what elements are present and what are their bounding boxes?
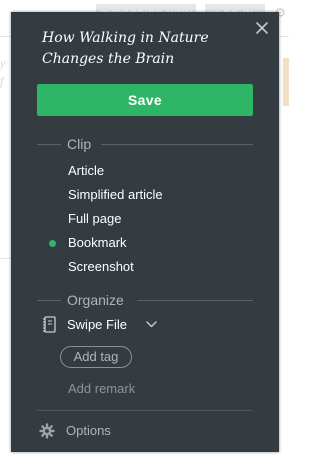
clip-option-full-page[interactable]: Full page <box>68 211 121 227</box>
clip-option-article[interactable]: Article <box>68 163 104 179</box>
close-button[interactable] <box>254 20 270 36</box>
organize-section-header: Organize <box>37 292 253 308</box>
notebook-icon <box>42 316 56 334</box>
page-divider <box>279 36 289 37</box>
section-rule <box>137 300 253 301</box>
clip-option-bookmark[interactable]: Bookmark <box>68 235 127 251</box>
notebook-name: Swipe File <box>67 317 127 332</box>
section-rule <box>37 300 61 301</box>
clip-section-label: Clip <box>67 136 92 152</box>
options-label: Options <box>66 423 111 438</box>
add-remark-field[interactable]: Add remark <box>68 381 135 397</box>
clip-title[interactable]: How Walking in Nature Changes the Brain <box>42 28 247 70</box>
section-rule <box>101 144 253 145</box>
footer-divider <box>37 410 253 411</box>
clip-section-header: Clip <box>37 136 253 152</box>
chevron-down-icon <box>146 321 157 328</box>
gear-icon <box>39 423 55 439</box>
section-rule <box>37 144 61 145</box>
selected-option-indicator <box>49 240 56 247</box>
clip-option-simplified-article[interactable]: Simplified article <box>68 187 163 203</box>
page-text-fragment: f <box>0 74 4 88</box>
web-clipper-panel: How Walking in Nature Changes the Brain … <box>11 12 279 452</box>
close-icon <box>254 20 270 36</box>
save-button[interactable]: Save <box>37 84 253 116</box>
clip-option-screenshot[interactable]: Screenshot <box>68 259 134 275</box>
page-text-fragment: y <box>0 56 6 70</box>
page-image-edge <box>283 58 289 106</box>
add-tag-button[interactable]: Add tag <box>60 346 132 368</box>
organize-section-label: Organize <box>67 292 124 308</box>
